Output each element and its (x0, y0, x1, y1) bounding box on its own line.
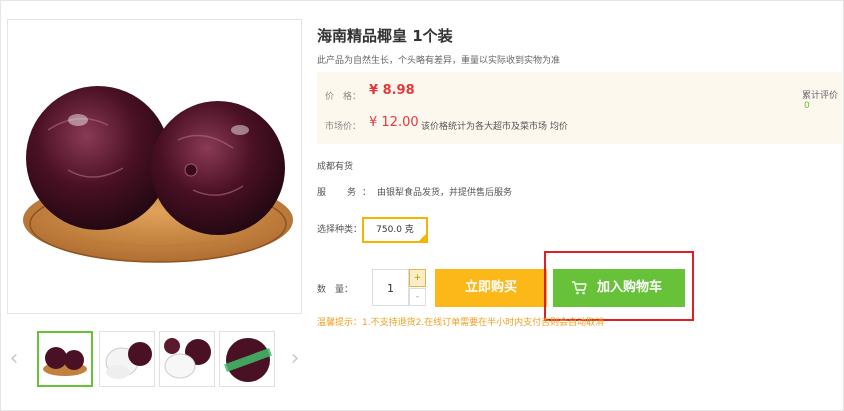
current-price: ¥ 8.98 (369, 83, 415, 98)
product-page: ‹ › 海南精品椰皇 1个装 此产品为自然生长，个头略有差异，重量以实际收到实物… (0, 0, 844, 411)
thumbnail-2[interactable] (99, 331, 155, 387)
coconut-image (23, 86, 293, 263)
service-text: 由银犁食品发货，并提供售后服务 (377, 188, 513, 198)
cart-icon (572, 281, 587, 295)
thumbnail-4[interactable] (219, 331, 275, 387)
check-icon: ✓ (420, 229, 426, 237)
quantity-decrease-button[interactable]: - (409, 288, 426, 306)
stock-status: 成都有货 (317, 162, 354, 172)
product-subtitle: 此产品为自然生长，个头略有差异，重量以实际收到实物为准 (317, 56, 561, 66)
buy-now-button[interactable]: 立即购买 (435, 269, 547, 307)
thumbnail-3[interactable] (159, 331, 215, 387)
main-product-image (7, 19, 302, 314)
thumbnail-image (224, 338, 272, 382)
quantity-increase-button[interactable]: + (409, 269, 426, 287)
review-label: 累计评价 (801, 91, 838, 101)
service-info: 服 务：由银犁食品发货，并提供售后服务 (317, 185, 512, 198)
thumbnail-1[interactable] (37, 331, 93, 387)
price-label: 价 格： (325, 92, 362, 102)
market-price: ¥ 12.00 (369, 115, 419, 130)
thumbnail-next-arrow-icon[interactable]: › (288, 347, 302, 371)
market-price-label: 市场价： (325, 122, 362, 132)
thumbnail-strip: ‹ › (7, 329, 302, 389)
option-label: 选择种类： (317, 225, 363, 235)
option-weight-text: 750.0 克 (376, 225, 414, 235)
review-count[interactable]: 0 (804, 101, 810, 111)
warm-tip: 温馨提示：1.不支持退货2.在线订单需要在半小时内支付否则会自动取消 (317, 318, 605, 328)
thumbnail-prev-arrow-icon[interactable]: ‹ (7, 347, 21, 371)
thumbnail-image (105, 342, 152, 379)
option-weight-button[interactable]: 750.0 克 ✓ (362, 217, 428, 243)
market-price-note: 该价格统计为各大超市及菜市场 均价 (421, 122, 568, 132)
quantity-input[interactable]: 1 (372, 269, 409, 306)
service-label: 服 务： (317, 188, 378, 198)
thumbnail-image (164, 338, 211, 379)
product-title: 海南精品椰皇 1个装 (317, 27, 453, 45)
price-panel: 价 格： ¥ 8.98 市场价： ¥ 12.00 该价格统计为各大超市及菜市场 … (317, 72, 842, 144)
add-to-cart-button[interactable]: 加入购物车 (553, 269, 685, 307)
quantity-label: 数 量： (317, 285, 354, 295)
thumbnail-image (43, 347, 87, 376)
add-to-cart-label: 加入购物车 (597, 280, 663, 295)
